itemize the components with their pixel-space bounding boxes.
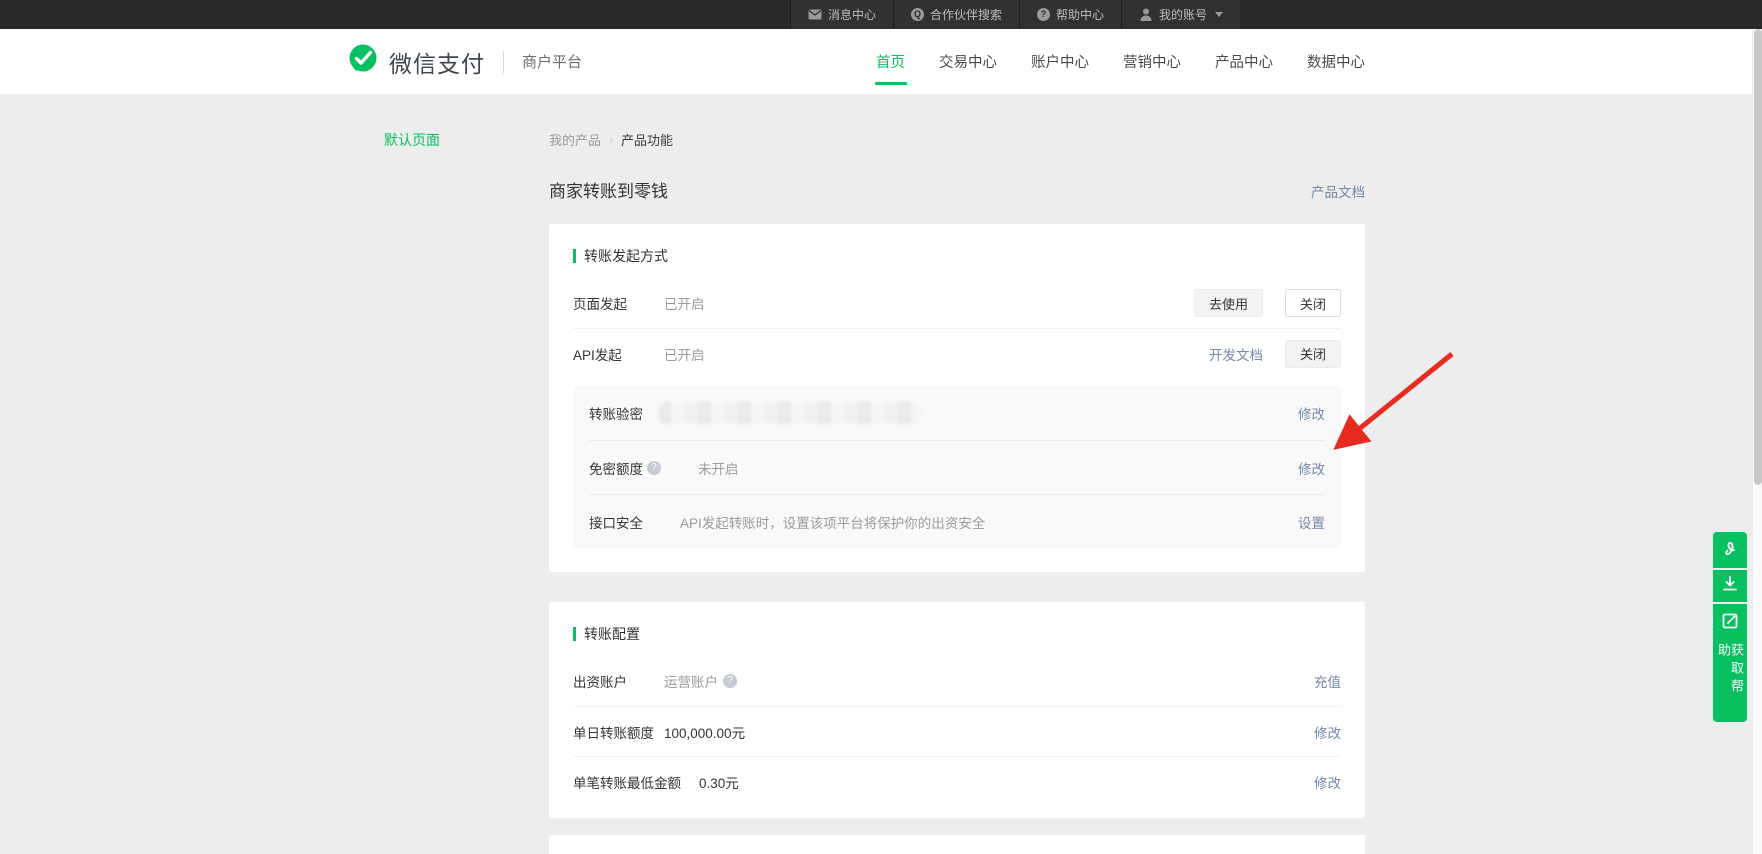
breadcrumb-product-features: 产品功能: [621, 133, 674, 148]
portal-name: 商户平台: [522, 54, 583, 71]
user-icon: [1139, 8, 1153, 22]
partner-search-icon: Q: [910, 8, 924, 21]
min-amount-value: 0.30元: [699, 775, 739, 791]
product-doc-link[interactable]: 产品文档: [1311, 181, 1365, 201]
row-funding-account: 出资账户 运营账户 ? 充值: [573, 656, 1341, 706]
row-label: 单笔转账最低金额: [573, 775, 681, 791]
daily-limit-value: 100,000.00元: [664, 725, 746, 741]
download-button[interactable]: [1713, 570, 1747, 602]
topbar-partner-label: 合作伙伴搜索: [929, 8, 1002, 22]
recharge-link[interactable]: 充值: [1314, 671, 1341, 691]
breadcrumb-separator-icon: ›: [609, 132, 614, 147]
nav-account-center[interactable]: 账户中心: [1031, 29, 1089, 94]
get-help-label: 获取帮助: [1716, 643, 1744, 697]
row-label: 出资账户: [573, 675, 627, 690]
feedback-icon: [1721, 612, 1739, 635]
row-min-amount: 单笔转账最低金额 0.30元 修改: [573, 756, 1341, 806]
modify-free-pass-limit-link[interactable]: 修改: [1298, 458, 1325, 478]
api-settings-panel: 转账验密 修改 免密额度 ? 未开启 修改 接口安全 API发起转账时，设置该项…: [573, 386, 1341, 548]
nav-transaction-center[interactable]: 交易中心: [939, 29, 997, 94]
chevron-down-icon: [1215, 12, 1223, 17]
setup-api-security-link[interactable]: 设置: [1298, 512, 1325, 532]
header: 微信支付 商户平台 首页 交易中心 账户中心 营销中心 产品中心 数据中心: [0, 29, 1762, 94]
float-help-widget: 获取帮助: [1713, 532, 1747, 722]
row-free-pass-limit: 免密额度 ? 未开启 修改: [589, 440, 1325, 494]
topbar-account-label: 我的账号: [1158, 8, 1207, 22]
transfer-scene-card: 转账场景 查看申请记录: [549, 835, 1365, 854]
page-scrollbar: [1752, 29, 1762, 854]
header-divider: [503, 50, 504, 73]
link-icon: [1721, 539, 1739, 562]
mail-icon: [808, 8, 822, 22]
redacted-value-blur: [658, 402, 922, 424]
row-page-initiate: 页面发起 已开启 去使用 关闭: [573, 278, 1341, 328]
transfer-method-card: 转账发起方式 页面发起 已开启 去使用 关闭 API发起 已开启 开发文档 关闭…: [549, 224, 1365, 572]
row-label: 单日转账额度: [573, 725, 654, 741]
topbar-account-menu[interactable]: 我的账号: [1120, 0, 1240, 29]
row-transfer-verify: 转账验密 修改: [589, 386, 1325, 440]
main-nav: 首页 交易中心 账户中心 营销中心 产品中心 数据中心: [876, 29, 1365, 94]
brand-logo[interactable]: 微信支付: [347, 44, 485, 79]
topbar-help-center[interactable]: ? 帮助中心: [1018, 0, 1121, 29]
close-api-initiate-button[interactable]: 关闭: [1284, 339, 1341, 368]
breadcrumb-my-products[interactable]: 我的产品: [549, 130, 601, 149]
status-page-initiate: 已开启: [664, 297, 705, 312]
close-page-initiate-button[interactable]: 关闭: [1284, 289, 1341, 317]
nav-data-center[interactable]: 数据中心: [1307, 29, 1365, 94]
row-api-security: 接口安全 API发起转账时，设置该项平台将保护你的出资安全 设置: [589, 494, 1325, 548]
sidebar-item-default-page[interactable]: 默认页面: [384, 130, 440, 150]
funding-account-value: 运营账户 ?: [664, 671, 737, 691]
topbar: 消息中心 Q 合作伙伴搜索 ? 帮助中心 我的账号: [0, 0, 1762, 29]
nav-home[interactable]: 首页: [876, 29, 905, 94]
go-use-button[interactable]: 去使用: [1193, 289, 1263, 317]
api-security-description: API发起转账时，设置该项平台将保护你的出资安全: [680, 515, 986, 531]
help-icon: ?: [1036, 8, 1050, 21]
info-tooltip-icon[interactable]: ?: [647, 460, 661, 475]
row-label: 免密额度 ?: [589, 458, 661, 478]
dev-doc-link[interactable]: 开发文档: [1209, 344, 1263, 364]
topbar-message-center[interactable]: 消息中心: [789, 0, 893, 29]
scrollbar-thumb[interactable]: [1754, 29, 1762, 485]
topbar-partner-search[interactable]: Q 合作伙伴搜索: [892, 0, 1019, 29]
page-title: 商家转账到零钱: [549, 182, 668, 201]
info-tooltip-icon[interactable]: ?: [723, 674, 737, 688]
content: 我的产品 › 产品功能 商家转账到零钱 产品文档 转账发起方式 页面发起 已开启…: [549, 94, 1365, 854]
row-label: API发起: [573, 347, 622, 363]
modify-daily-limit-link[interactable]: 修改: [1314, 722, 1341, 742]
row-daily-limit: 单日转账额度 100,000.00元 修改: [573, 706, 1341, 756]
row-label: 转账验密: [589, 407, 643, 422]
row-label: 页面发起: [573, 297, 627, 312]
section-title-transfer-config: 转账配置: [573, 624, 640, 644]
nav-product-center[interactable]: 产品中心: [1215, 29, 1273, 94]
topbar-help-label: 帮助中心: [1055, 8, 1104, 22]
nav-marketing-center[interactable]: 营销中心: [1123, 29, 1181, 94]
breadcrumb: 我的产品 › 产品功能: [549, 130, 1365, 149]
status-api-initiate: 已开启: [664, 347, 705, 363]
download-icon: [1721, 575, 1739, 598]
modify-transfer-verify-link[interactable]: 修改: [1298, 403, 1325, 423]
share-link-button[interactable]: [1713, 532, 1747, 568]
section-title-transfer-method: 转账发起方式: [573, 246, 668, 266]
status-free-pass-limit: 未开启: [698, 461, 739, 477]
modify-min-amount-link[interactable]: 修改: [1314, 772, 1341, 792]
transfer-config-card: 转账配置 出资账户 运营账户 ? 充值 单日转账额度 100,000.00元 修…: [549, 602, 1365, 818]
get-help-button[interactable]: 获取帮助: [1713, 604, 1747, 722]
title-row: 商家转账到零钱 产品文档: [549, 177, 1365, 202]
wechat-pay-logo-icon: [347, 44, 379, 79]
topbar-message-label: 消息中心: [827, 8, 876, 22]
row-label: 接口安全: [589, 515, 643, 531]
row-api-initiate: API发起 已开启 开发文档 关闭: [573, 328, 1341, 378]
brand-name: 微信支付: [389, 50, 485, 77]
merchant-platform-page: 消息中心 Q 合作伙伴搜索 ? 帮助中心 我的账号 微信支付 商户平台 首页 交…: [0, 0, 1762, 854]
